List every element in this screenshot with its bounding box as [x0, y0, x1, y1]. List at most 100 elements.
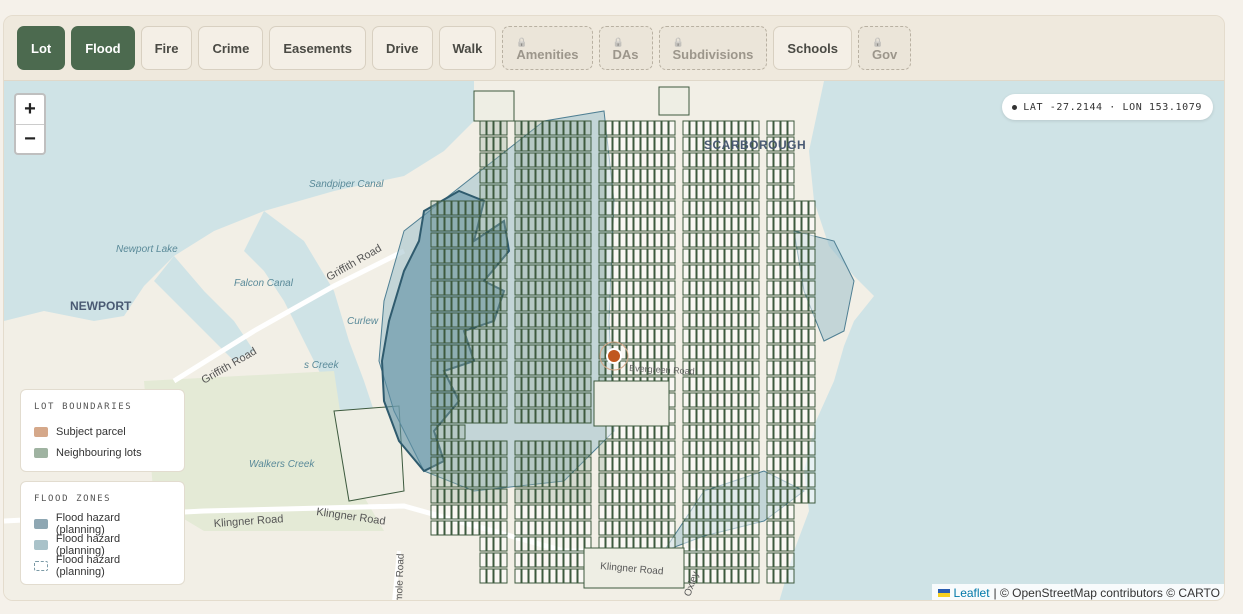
lot-parcel [556, 520, 564, 536]
lot-parcel [521, 136, 529, 152]
tab-schools[interactable]: Schools [773, 26, 852, 70]
lot-parcel [808, 200, 816, 216]
lot-parcel [745, 328, 753, 344]
tab-amenities[interactable]: 🔒 Amenities [502, 26, 593, 70]
lot-parcel [584, 392, 592, 408]
lot-parcel [437, 520, 445, 536]
lot-parcel [682, 296, 690, 312]
zoom-in-button[interactable]: + [16, 95, 44, 124]
lot-parcel [612, 264, 620, 280]
lot-parcel [493, 344, 501, 360]
lot-parcel [689, 168, 697, 184]
lot-parcel [745, 376, 753, 392]
lot-parcel [661, 280, 669, 296]
lot-parcel [556, 568, 564, 584]
tab-subdivisions[interactable]: 🔒 Subdivisions [658, 26, 768, 70]
lot-parcel [556, 216, 564, 232]
lot-parcel [486, 552, 494, 568]
lot-parcel [444, 472, 452, 488]
lot-parcel [654, 184, 662, 200]
zoom-control: + − [14, 93, 46, 155]
lot-parcel [486, 392, 494, 408]
lot-parcel [570, 136, 578, 152]
lot-parcel [738, 568, 746, 584]
legend-swatch [34, 447, 48, 458]
road-label-mole: mole Road [394, 553, 407, 601]
map-canvas[interactable]: SCARBOROUGH NEWPORT Sandpiper Canal Newp… [4, 81, 1225, 601]
lot-parcel [577, 184, 585, 200]
water-label-curlew: Curlew [347, 316, 379, 327]
lot-parcel [780, 248, 788, 264]
lot-parcel [801, 408, 809, 424]
lot-parcel [612, 328, 620, 344]
place-label-scarborough: SCARBOROUGH [704, 138, 806, 152]
lot-parcel [584, 184, 592, 200]
lot-parcel [542, 360, 550, 376]
tab-easements[interactable]: Easements [269, 26, 366, 70]
lot-parcel [787, 360, 795, 376]
lot-parcel [577, 232, 585, 248]
tab-fire[interactable]: Fire [140, 26, 193, 70]
leaflet-link[interactable]: Leaflet [954, 586, 990, 600]
lot-parcel [598, 232, 606, 248]
tab-gov[interactable]: 🔒 Gov [858, 26, 912, 70]
lot-parcel [640, 216, 648, 232]
tab-crime[interactable]: Crime [198, 26, 264, 70]
lot-parcel [626, 312, 634, 328]
lot-parcel [794, 232, 802, 248]
lot-parcel [444, 248, 452, 264]
lot-parcel [654, 168, 662, 184]
lot-parcel [647, 456, 655, 472]
lot-parcel [577, 136, 585, 152]
lot-parcel [661, 232, 669, 248]
tab-walk[interactable]: Walk [438, 26, 497, 70]
lot-parcel [535, 392, 543, 408]
lot-parcel [458, 504, 466, 520]
lot-parcel [668, 248, 676, 264]
tab-flood[interactable]: Flood [71, 26, 135, 70]
tab-lot[interactable]: Lot [17, 26, 66, 70]
lot-parcel [549, 392, 557, 408]
lot-parcel [703, 280, 711, 296]
lot-parcel [731, 120, 739, 136]
lot-parcel [626, 120, 634, 136]
lot-parcel [570, 216, 578, 232]
lot-parcel [745, 248, 753, 264]
lot-parcel [465, 200, 473, 216]
lot-parcel [682, 520, 690, 536]
zoom-out-button[interactable]: − [16, 124, 44, 153]
lot-parcel [773, 552, 781, 568]
lot-parcel [570, 392, 578, 408]
lot-parcel [577, 408, 585, 424]
lot-parcel [577, 152, 585, 168]
lot-parcel [717, 200, 725, 216]
lot-parcel [654, 456, 662, 472]
lot-parcel [514, 504, 522, 520]
lot-parcel [493, 152, 501, 168]
lot-parcel [493, 136, 501, 152]
lot-parcel [668, 168, 676, 184]
lot-parcel [486, 376, 494, 392]
lot-parcel [668, 424, 676, 440]
lot-parcel [640, 296, 648, 312]
lot-parcel [521, 392, 529, 408]
lot-parcel [801, 328, 809, 344]
lot-parcel [682, 264, 690, 280]
lot-parcel [787, 392, 795, 408]
lot-parcel [633, 472, 641, 488]
lot-parcel [640, 248, 648, 264]
map-view[interactable]: SCARBOROUGH NEWPORT Sandpiper Canal Newp… [4, 81, 1225, 601]
lot-parcel [689, 344, 697, 360]
tab-das[interactable]: 🔒 DAs [598, 26, 653, 70]
lot-parcel [682, 200, 690, 216]
lot-parcel [528, 312, 536, 328]
lot-parcel [528, 136, 536, 152]
tab-drive[interactable]: Drive [371, 26, 433, 70]
lot-parcel [682, 456, 690, 472]
lot-parcel [647, 440, 655, 456]
lot-parcel [430, 392, 438, 408]
lot-parcel [661, 200, 669, 216]
lot-parcel [780, 168, 788, 184]
lot-parcel [808, 328, 816, 344]
lot-parcel [640, 168, 648, 184]
